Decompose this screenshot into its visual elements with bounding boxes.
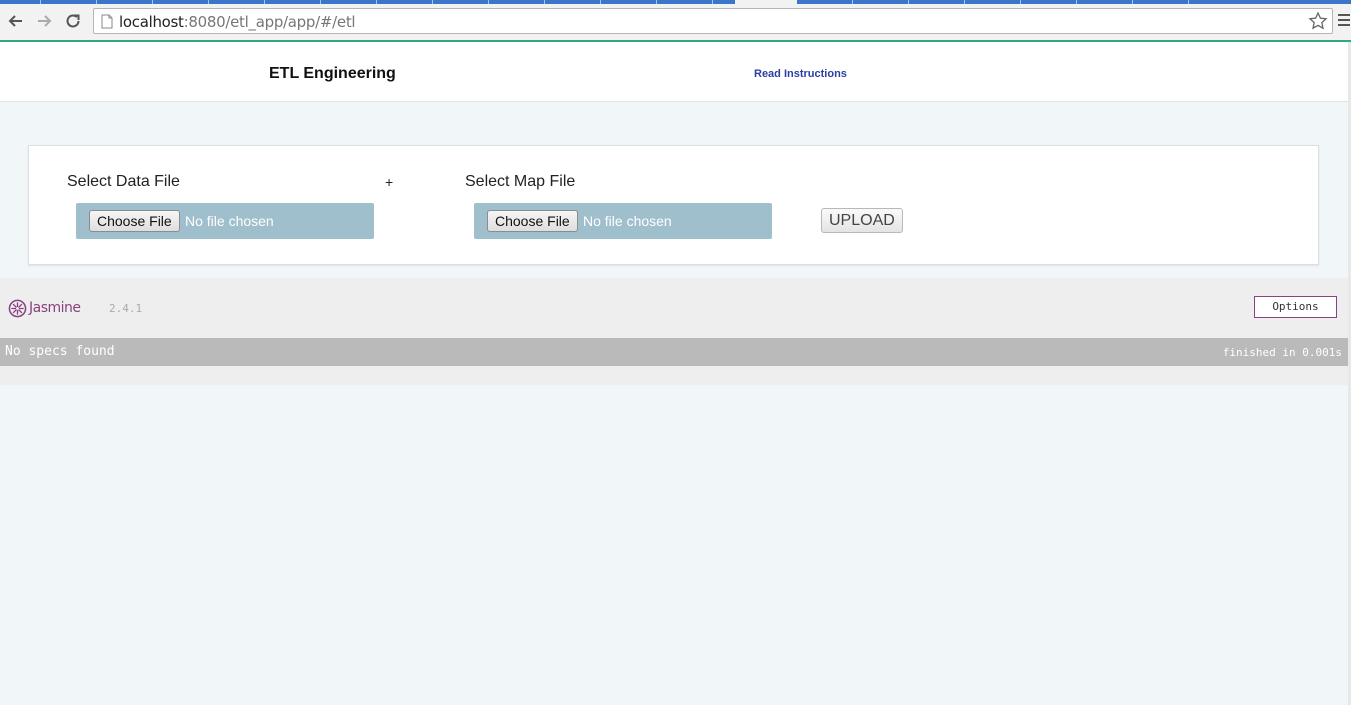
arrow-right-icon: [38, 15, 52, 27]
app-header: ETL Engineering Read Instructions: [0, 42, 1348, 102]
menu-icon-bar: [1338, 19, 1350, 21]
map-file-label: Select Map File: [465, 173, 576, 190]
choose-data-file-button[interactable]: Choose File: [89, 210, 180, 232]
page-icon: [101, 14, 113, 29]
run-duration: finished in 0.001s: [1222, 346, 1342, 359]
arrow-left-icon: [8, 15, 22, 27]
bookmark-star-icon[interactable]: [1308, 11, 1328, 31]
upload-button[interactable]: UPLOAD: [821, 208, 903, 233]
jasmine-logo: Jasmine: [8, 298, 81, 318]
data-file-status: No file chosen: [185, 213, 274, 229]
menu-icon-bar: [1338, 14, 1350, 16]
browser-toolbar: localhost:8080/etl_app/app/#/etl: [0, 4, 1351, 40]
jasmine-version: 2.4.1: [109, 302, 143, 315]
reload-button[interactable]: [63, 10, 83, 32]
map-file-status: No file chosen: [583, 213, 672, 229]
jasmine-banner: Jasmine 2.4.1 Options: [0, 278, 1348, 338]
map-file-input[interactable]: Choose File No file chosen: [474, 203, 772, 239]
data-file-label: Select Data File: [67, 173, 180, 190]
jasmine-status-bar: No specs found finished in 0.001s: [0, 338, 1348, 366]
specs-status: No specs found: [5, 344, 115, 359]
jasmine-results-area: [0, 366, 1348, 385]
choose-map-file-button[interactable]: Choose File: [487, 210, 578, 232]
menu-icon-bar: [1338, 24, 1350, 26]
reload-icon: [66, 14, 80, 28]
read-instructions-link[interactable]: Read Instructions: [754, 68, 847, 80]
address-bar[interactable]: localhost:8080/etl_app/app/#/etl: [93, 8, 1333, 34]
plus-sign: +: [385, 174, 394, 190]
data-file-input[interactable]: Choose File No file chosen: [76, 203, 374, 239]
jasmine-flower-icon: [8, 299, 27, 317]
upload-card: Select Data File + Select Map File Choos…: [28, 145, 1319, 265]
back-button[interactable]: [6, 10, 26, 32]
forward-button[interactable]: [34, 10, 54, 32]
page-title: ETL Engineering: [269, 65, 396, 82]
options-button[interactable]: Options: [1254, 296, 1337, 318]
url-text: localhost:8080/etl_app/app/#/etl: [119, 13, 356, 31]
browser-menu-button[interactable]: [1338, 14, 1351, 30]
jasmine-name: Jasmine: [29, 300, 81, 316]
